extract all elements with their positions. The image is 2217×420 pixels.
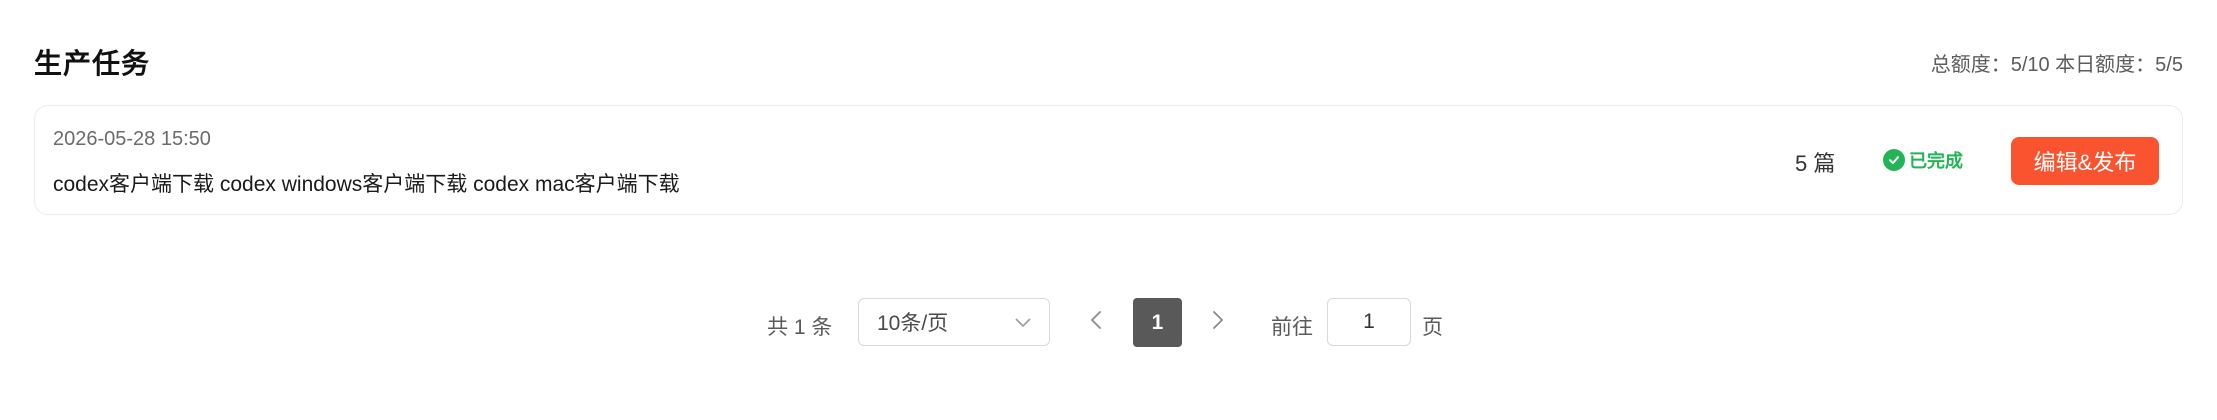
task-date: 2026-05-28 15:50	[53, 128, 211, 150]
task-keywords: codex客户端下载 codex windows客户端下载 codex mac客…	[53, 173, 680, 196]
edit-publish-button[interactable]: 编辑&发布	[2011, 137, 2159, 185]
status-label: 已完成	[1909, 151, 1963, 171]
task-article-count: 5 篇	[1795, 151, 1836, 176]
prev-page-button[interactable]	[1078, 304, 1114, 340]
check-circle-icon	[1883, 149, 1905, 171]
page-size-value: 10条/页	[877, 312, 949, 335]
chevron-down-icon	[1015, 310, 1031, 334]
pagination: 共 1 条 10条/页 1 前往 1 页	[0, 298, 2217, 348]
header: 生产任务 总额度：5/10 本日额度：5/5	[34, 38, 2183, 86]
status-badge: 已完成	[1883, 147, 1963, 173]
task-card: 2026-05-28 15:50 codex客户端下载 codex window…	[34, 105, 2183, 215]
quota-text: 总额度：5/10 本日额度：5/5	[1930, 53, 2183, 76]
next-page-button[interactable]	[1200, 304, 1236, 340]
pagination-total: 共 1 条	[767, 316, 833, 339]
chevron-right-icon	[1212, 310, 1224, 335]
page-number-current[interactable]: 1	[1133, 298, 1182, 347]
goto-label: 前往	[1271, 316, 1313, 339]
goto-page-input[interactable]	[1327, 298, 1411, 346]
page-title: 生产任务	[34, 48, 151, 79]
page-size-select[interactable]: 10条/页	[858, 298, 1050, 346]
page: 生产任务 总额度：5/10 本日额度：5/5 2026-05-28 15:50 …	[0, 0, 2217, 420]
chevron-left-icon	[1090, 310, 1102, 335]
page-unit-label: 页	[1422, 316, 1443, 339]
